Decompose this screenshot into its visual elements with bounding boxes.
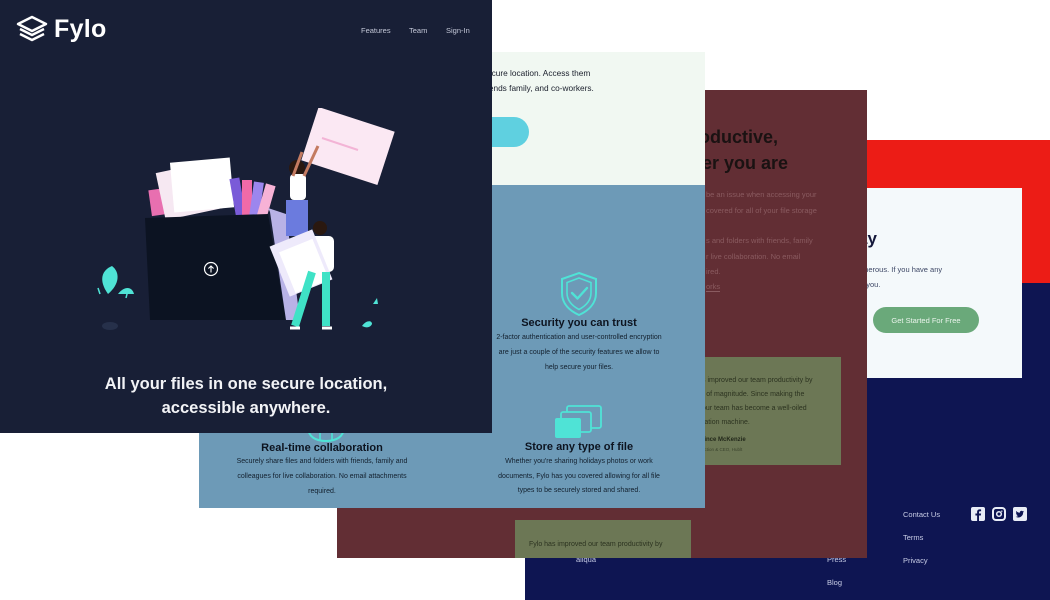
nav-team-link[interactable]: Team: [409, 26, 427, 35]
security-line1: 2-factor authentication and user-control…: [496, 334, 662, 341]
hero-panel: Fylo Features Team Sign-In All your file…: [0, 0, 492, 433]
screenshot-stage: aliqua Press Blog Contact Us Terms Priva…: [0, 0, 1050, 600]
testimonial-line4: ration machine.: [702, 419, 750, 426]
nav-features-link[interactable]: Features: [361, 26, 391, 35]
testimonial-card-bottom: Fylo has improved our team productivity …: [515, 520, 691, 558]
testimonial-line2: r of magnitude. Since making the: [702, 391, 805, 398]
footer-link-blog[interactable]: Blog: [827, 578, 842, 587]
testimonial-line1: s improved our team productivity by: [702, 377, 813, 384]
footer-link-contact[interactable]: Contact Us: [903, 510, 940, 519]
productive-heading-line2: ver you are: [692, 153, 789, 173]
nav-signin-link[interactable]: Sign-In: [446, 26, 470, 35]
person-holding-paper-image: [286, 108, 395, 236]
see-how-fylo-works-link[interactable]: orks: [706, 282, 721, 292]
intro-text-line2: iends family, and co-workers.: [487, 83, 594, 93]
security-line2: are just a couple of the security featur…: [498, 349, 660, 356]
footer-link-terms[interactable]: Terms: [903, 533, 923, 542]
store-line2: documents, Fylo has you covered allowing…: [498, 473, 660, 480]
store-title: Store any type of file: [524, 441, 634, 453]
twitter-icon[interactable]: [1013, 507, 1027, 521]
productive-para-line1: be an issue when accessing your: [706, 190, 817, 199]
footer-link-privacy[interactable]: Privacy: [903, 556, 928, 565]
cta-text-line1: enerous. If you have any: [860, 265, 943, 274]
fylo-logo[interactable]: Fylo: [16, 14, 107, 44]
testimonial-card: s improved our team productivity by r of…: [700, 357, 841, 465]
testimonial-bottom-line1: Fylo has improved our team productivity …: [529, 541, 663, 548]
collab-line3: required.: [308, 488, 336, 495]
collab-title: Real-time collaboration: [261, 442, 383, 454]
store-line3: types to be securely stored and shared.: [517, 487, 641, 494]
productive-para-line5: ired.: [706, 267, 721, 276]
hero-title: All your files in one secure location, a…: [0, 372, 492, 420]
security-title: Security you can trust: [521, 317, 637, 329]
productive-para-line2: covered for all of your file storage: [706, 206, 817, 215]
hero-title-line2: accessible anywhere.: [161, 399, 331, 417]
collab-line1: Securely share files and folders with fr…: [236, 458, 408, 465]
testimonial-role: uction & CEO, Hublt: [702, 447, 743, 452]
shield-check-icon: [561, 271, 597, 317]
testimonial-line3: our team has become a well-oiled: [702, 405, 807, 412]
stacked-files-icon: [555, 405, 602, 438]
testimonial-author: rince McKenzie: [702, 437, 746, 443]
layers-logo-icon: [16, 15, 48, 42]
hero-illustration: [97, 108, 395, 330]
collab-line2: colleagues for live collaboration. No em…: [237, 473, 407, 480]
store-line1: Whether you're sharing holidays photos o…: [505, 458, 653, 465]
productive-para-line3: s and folders with friends, family: [706, 236, 813, 245]
intro-text-line1: ecure location. Access them: [487, 68, 591, 78]
instagram-icon[interactable]: [992, 507, 1006, 521]
security-line3: help secure your files.: [544, 364, 614, 371]
brand-name: Fylo: [54, 14, 107, 43]
productive-para-line4: r live collaboration. No email: [706, 252, 801, 261]
facebook-icon[interactable]: [971, 507, 985, 521]
intro-panel: ecure location. Access them iends family…: [475, 52, 705, 185]
get-started-button[interactable]: Get Started For Free: [873, 307, 979, 333]
hero-title-line1: All your files in one secure location,: [104, 375, 388, 393]
